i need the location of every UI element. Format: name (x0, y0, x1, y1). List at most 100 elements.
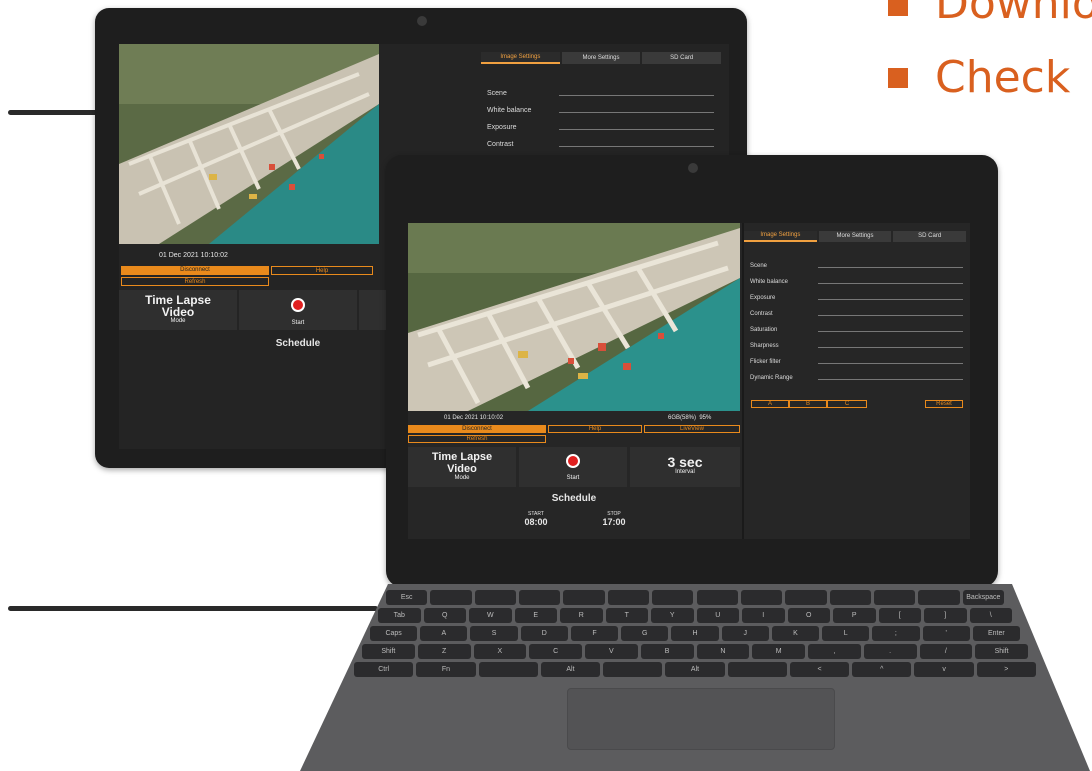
key-row5-5[interactable]: Alt (665, 662, 725, 677)
setting-scene-line[interactable] (559, 95, 714, 96)
setting-sharpness-line[interactable] (818, 347, 963, 348)
touchpad[interactable] (567, 688, 835, 750)
key-row4-2[interactable]: X (473, 644, 527, 659)
interval-panel[interactable]: 3 sec Interval (630, 447, 740, 487)
key-row2-0[interactable]: Tab (378, 608, 421, 623)
key-row2-11[interactable]: [ (878, 608, 921, 623)
setting-dynamic-range-line[interactable] (818, 379, 963, 380)
key-row2-8[interactable]: I (742, 608, 785, 623)
key-row3-5[interactable]: G (621, 626, 669, 641)
setting-contrast-line[interactable] (559, 146, 714, 147)
key-row1-2[interactable] (474, 590, 517, 605)
start-time[interactable]: 08:00 (516, 517, 556, 527)
tab-sd-card[interactable]: SD Card (893, 231, 967, 242)
key-row2-5[interactable]: T (605, 608, 648, 623)
key-row4-11[interactable]: Shift (975, 644, 1028, 659)
key-row1-6[interactable] (652, 590, 694, 605)
disconnect-button[interactable]: Disconnect (408, 425, 546, 433)
tab-more-settings[interactable]: More Settings (818, 231, 892, 242)
setting-saturation-line[interactable] (818, 331, 963, 332)
key-row1-9[interactable] (785, 590, 827, 605)
key-row5-6[interactable] (727, 662, 787, 677)
mode-panel[interactable]: Time Lapse Video Mode (119, 290, 237, 330)
key-row3-9[interactable]: L (822, 626, 870, 641)
key-row5-2[interactable] (478, 662, 538, 677)
key-row2-7[interactable]: U (696, 608, 739, 623)
key-row2-6[interactable]: Y (651, 608, 694, 623)
key-row2-9[interactable]: O (787, 608, 830, 623)
setting-flicker-filter-line[interactable] (818, 363, 963, 364)
key-row4-10[interactable]: / (919, 644, 973, 659)
tab-sd-card[interactable]: SD Card (642, 52, 722, 64)
key-row1-12[interactable] (918, 590, 960, 605)
key-row5-4[interactable] (603, 662, 663, 677)
reset-button[interactable]: Reset (925, 400, 963, 408)
key-row2-1[interactable]: Q (423, 608, 466, 623)
key-row1-1[interactable] (430, 590, 472, 605)
stop-time[interactable]: 17:00 (594, 517, 634, 527)
abc-button-c[interactable]: C (827, 400, 867, 408)
setting-white-balance-line[interactable] (818, 283, 963, 284)
key-row2-2[interactable]: W (469, 608, 512, 623)
key-row5-7[interactable]: < (789, 662, 850, 677)
key-row3-10[interactable]: ; (872, 626, 920, 641)
key-row3-0[interactable]: Caps (370, 626, 418, 641)
key-row4-3[interactable]: C (529, 644, 582, 659)
setting-scene-line[interactable] (818, 267, 963, 268)
key-row1-5[interactable] (607, 590, 650, 605)
record-icon[interactable] (291, 298, 305, 312)
start-panel[interactable]: Start (239, 290, 357, 330)
key-row1-7[interactable] (696, 590, 738, 605)
start-panel[interactable]: Start (519, 447, 627, 487)
key-row1-13[interactable]: Backspace (962, 590, 1004, 605)
key-row2-13[interactable]: \ (969, 608, 1012, 623)
key-row4-4[interactable]: V (585, 644, 638, 659)
key-row3-2[interactable]: S (470, 626, 518, 641)
key-row5-0[interactable]: Ctrl (354, 662, 414, 677)
tab-image-settings[interactable]: Image Settings (744, 231, 817, 242)
key-row1-3[interactable] (519, 590, 561, 605)
key-row2-3[interactable]: E (514, 608, 557, 623)
key-row4-8[interactable]: , (808, 644, 861, 659)
key-row1-0[interactable]: Esc (386, 590, 428, 605)
key-row1-11[interactable] (873, 590, 916, 605)
key-row5-3[interactable]: Alt (540, 662, 601, 677)
key-row3-6[interactable]: H (671, 626, 719, 641)
help-button[interactable]: Help (548, 425, 642, 433)
setting-white-balance-line[interactable] (559, 112, 714, 113)
key-row1-8[interactable] (740, 590, 783, 605)
setting-contrast-line[interactable] (818, 315, 963, 316)
key-row2-12[interactable]: ] (924, 608, 967, 623)
abc-button-b[interactable]: B (789, 400, 827, 408)
key-row3-8[interactable]: K (771, 626, 820, 641)
liveview-button[interactable]: LiveView (644, 425, 740, 433)
setting-exposure-line[interactable] (559, 129, 714, 130)
tab-image-settings[interactable]: Image Settings (481, 52, 560, 64)
disconnect-button[interactable]: Disconnect (121, 266, 269, 275)
key-row3-11[interactable]: ' (922, 626, 970, 641)
key-row4-7[interactable]: M (752, 644, 805, 659)
refresh-button[interactable]: Refresh (408, 435, 546, 443)
key-row3-4[interactable]: F (570, 626, 619, 641)
key-row4-9[interactable]: . (863, 644, 917, 659)
key-row1-10[interactable] (829, 590, 871, 605)
key-row5-10[interactable]: > (976, 662, 1036, 677)
key-row5-1[interactable]: Fn (416, 662, 476, 677)
record-icon[interactable] (566, 454, 580, 468)
setting-exposure-line[interactable] (818, 299, 963, 300)
refresh-button[interactable]: Refresh (121, 277, 269, 286)
key-row3-12[interactable]: Enter (972, 626, 1020, 641)
mode-panel[interactable]: Time Lapse Video Mode (408, 447, 516, 487)
key-row4-1[interactable]: Z (417, 644, 471, 659)
key-row4-6[interactable]: N (696, 644, 750, 659)
key-row3-1[interactable]: A (420, 626, 468, 641)
abc-button-a[interactable]: A (751, 400, 789, 408)
key-row4-0[interactable]: Shift (362, 644, 415, 659)
help-button[interactable]: Help (271, 266, 373, 275)
key-row2-4[interactable]: R (560, 608, 603, 623)
key-row2-10[interactable]: P (833, 608, 876, 623)
tab-more-settings[interactable]: More Settings (561, 52, 641, 64)
key-row5-8[interactable]: ^ (852, 662, 912, 677)
key-row3-3[interactable]: D (520, 626, 568, 641)
key-row3-7[interactable]: J (721, 626, 769, 641)
